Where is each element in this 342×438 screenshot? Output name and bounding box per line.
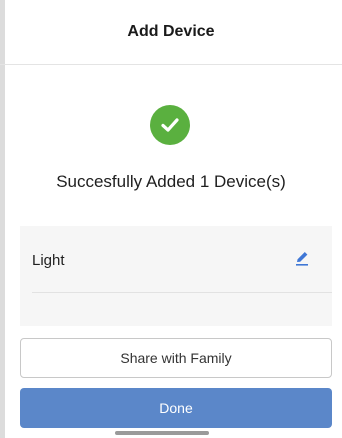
done-button[interactable]: Done <box>20 388 332 428</box>
checkmark-glyph <box>161 118 179 132</box>
device-divider <box>32 292 332 293</box>
device-list: Light <box>20 226 332 326</box>
home-indicator <box>115 431 209 435</box>
page-title: Add Device <box>127 23 215 40</box>
device-name: Light <box>32 252 65 269</box>
pencil-edit-icon[interactable] <box>292 248 312 268</box>
share-with-family-button[interactable]: Share with Family <box>20 338 332 378</box>
screen-left-edge <box>0 0 5 438</box>
success-message: Succesfully Added 1 Device(s) <box>56 172 286 191</box>
check-circle-icon <box>150 105 190 145</box>
header-bar: Add Device <box>0 0 342 65</box>
device-list-item: Light <box>20 226 332 292</box>
